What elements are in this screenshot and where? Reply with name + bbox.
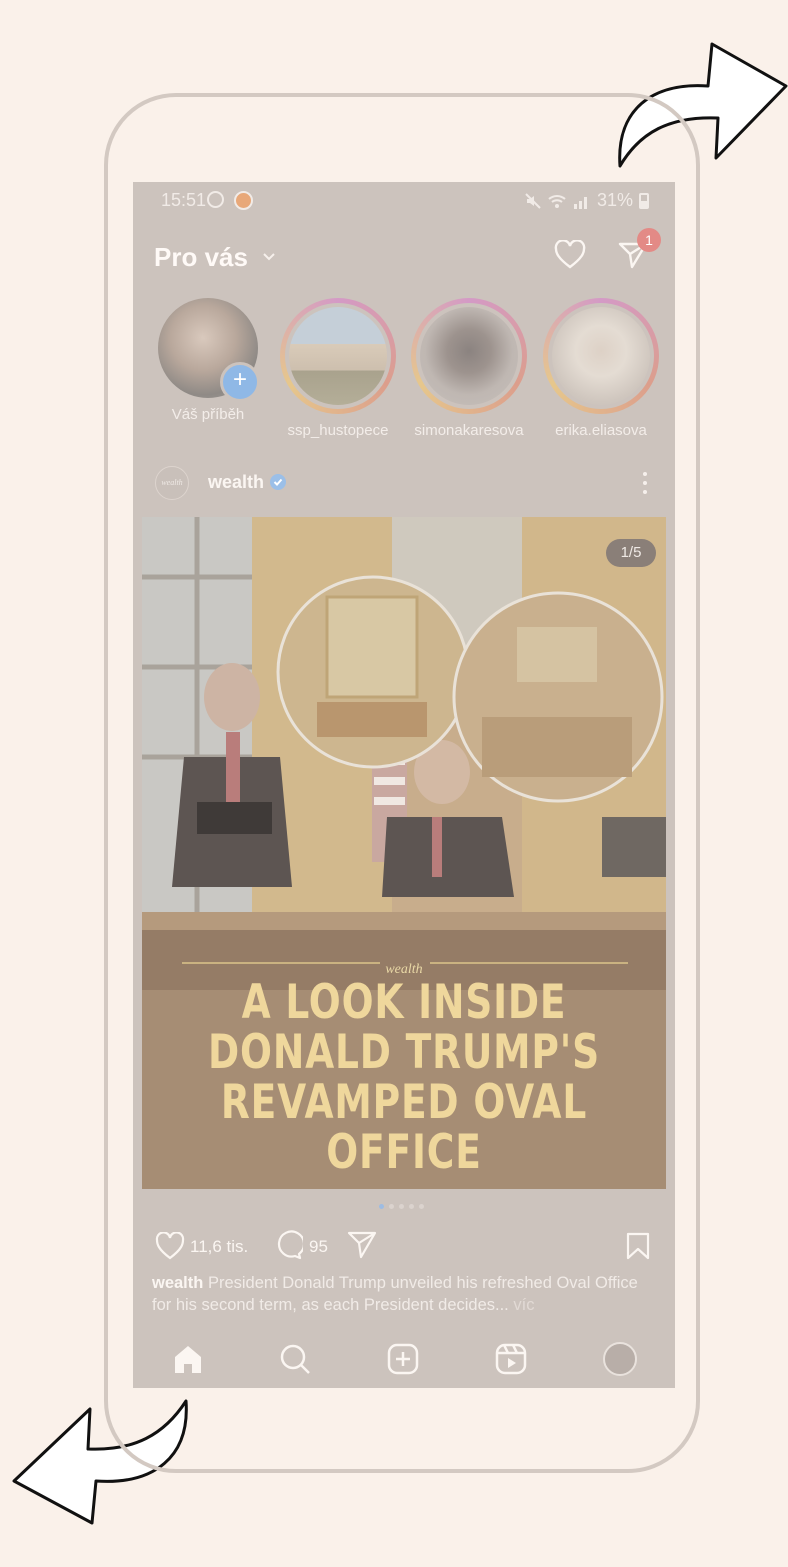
battery-icon	[639, 192, 649, 209]
heart-icon[interactable]	[155, 1232, 185, 1260]
story-label: Váš příběh	[171, 406, 245, 423]
app-notification-icon	[234, 191, 253, 210]
heart-icon[interactable]	[554, 240, 586, 270]
post-author-username[interactable]: wealth	[208, 472, 264, 493]
post-image[interactable]: 1/5 wealth A LOOK INSIDE DONALD TRUMP'S …	[142, 517, 666, 1189]
more-options-icon[interactable]	[640, 470, 650, 496]
instagram-screen: 15:51 31% Pro vás 1 + Váš příběh ssp_hus…	[133, 182, 675, 1388]
status-time: 15:51	[161, 190, 207, 210]
wifi-icon	[548, 194, 566, 208]
feed-header: Pro vás 1	[133, 228, 675, 284]
bookmark-icon[interactable]	[626, 1232, 650, 1260]
story-item[interactable]: erika.eliasova	[536, 298, 666, 439]
status-right: 31%	[525, 190, 649, 211]
story-item[interactable]: simonakaresova	[404, 298, 534, 439]
feed-selector-title[interactable]: Pro vás	[154, 242, 248, 273]
story-label: simonakaresova	[414, 422, 524, 439]
carousel-dot	[419, 1204, 424, 1209]
battery-percentage: 31%	[596, 190, 633, 210]
verified-badge-icon	[270, 474, 286, 490]
story-label: erika.eliasova	[555, 422, 647, 439]
search-icon[interactable]	[278, 1342, 312, 1376]
caption-username[interactable]: wealth	[152, 1274, 203, 1292]
carousel-dot	[389, 1204, 394, 1209]
post-header: wealth wealth	[133, 464, 675, 500]
story-avatar	[289, 307, 387, 405]
carousel-indicator	[379, 1204, 424, 1209]
signal-icon	[573, 196, 587, 209]
mute-icon	[525, 192, 541, 209]
carousel-dot	[409, 1204, 414, 1209]
story-item[interactable]: ssp_hustopece	[273, 298, 403, 439]
status-bar: 15:51 31%	[133, 182, 675, 218]
story-own[interactable]: + Váš příběh	[143, 298, 273, 423]
share-icon[interactable]	[347, 1230, 377, 1260]
story-ring	[280, 298, 396, 414]
home-icon[interactable]	[171, 1342, 205, 1376]
story-avatar	[552, 307, 650, 405]
image-headline-line: A LOOK INSIDE	[241, 975, 567, 1030]
profile-avatar[interactable]	[603, 1342, 637, 1376]
carousel-dot	[379, 1204, 384, 1209]
story-avatar	[420, 307, 518, 405]
story-label: ssp_hustopece	[287, 422, 389, 439]
whatsapp-icon	[207, 191, 224, 208]
reels-icon[interactable]	[494, 1342, 528, 1376]
like-count[interactable]: 11,6 tis.	[190, 1237, 248, 1257]
caption-text: President Donald Trump unveiled his refr…	[152, 1274, 638, 1314]
add-story-icon[interactable]: +	[220, 362, 260, 402]
comment-count[interactable]: 95	[309, 1237, 328, 1257]
caption-more-link[interactable]: víc	[513, 1296, 534, 1314]
image-headline-line: REVAMPED OVAL OFFICE	[220, 1075, 588, 1180]
messages-badge: 1	[637, 228, 661, 252]
stories-tray: + Váš příběh ssp_hustopece simonakaresov…	[133, 298, 675, 439]
image-counter: 1/5	[606, 539, 656, 567]
post-author-avatar[interactable]: wealth	[155, 466, 189, 500]
story-ring	[543, 298, 659, 414]
image-headline: wealth A LOOK INSIDE DONALD TRUMP'S REVA…	[142, 962, 666, 1178]
story-ring: +	[158, 298, 260, 402]
create-icon[interactable]	[386, 1342, 420, 1376]
comment-icon[interactable]	[273, 1230, 303, 1260]
post-actions: 11,6 tis. 95	[133, 1226, 675, 1266]
story-ring	[411, 298, 527, 414]
image-headline-line: DONALD TRUMP'S	[208, 1025, 600, 1080]
chevron-down-icon[interactable]	[262, 246, 276, 266]
bottom-nav	[133, 1332, 675, 1388]
carousel-dot	[399, 1204, 404, 1209]
post-caption: wealth President Donald Trump unveiled h…	[152, 1272, 657, 1316]
